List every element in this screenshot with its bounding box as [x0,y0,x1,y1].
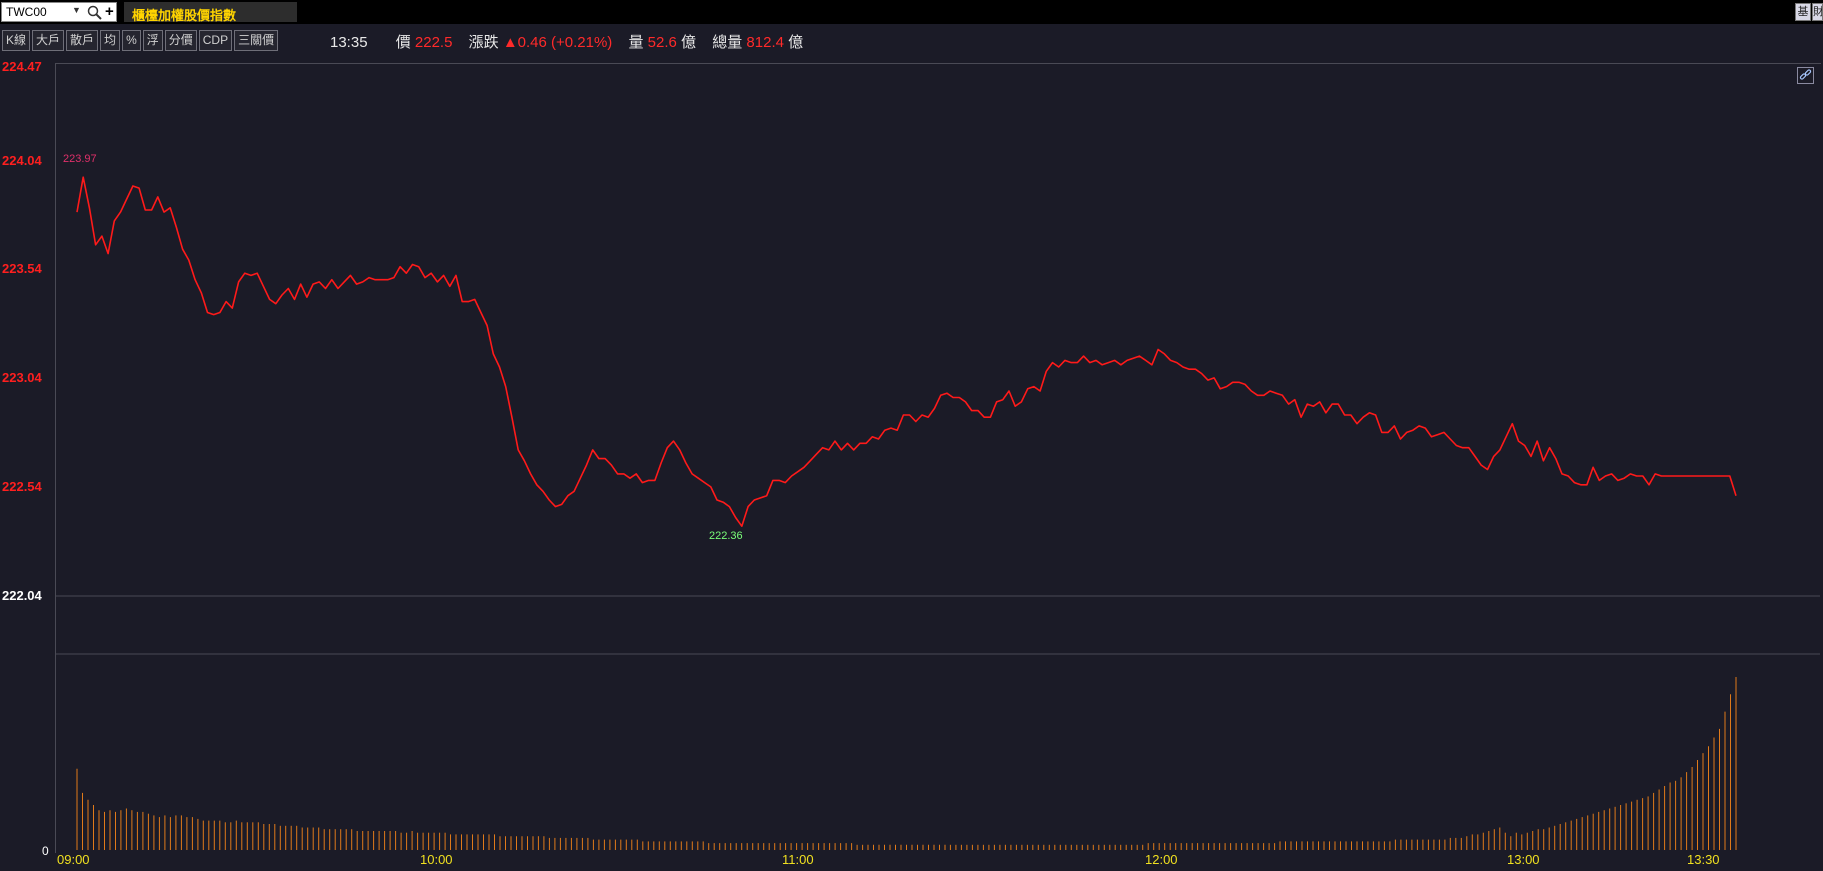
low-price-label: 222.36 [709,530,743,542]
high-price-label: 223.97 [63,153,97,165]
x-tick-label: 11:00 [782,852,814,867]
y-tick-label: 222.54 [2,479,42,494]
volume-zero-label: 0 [42,844,49,858]
y-tick-label: 224.04 [2,153,42,168]
x-tick-label: 13:00 [1507,852,1540,867]
y-tick-label: 224.47 [2,59,42,74]
y-tick-label: 223.04 [2,370,42,385]
link-icon[interactable] [1797,67,1814,84]
y-tick-label: 223.54 [2,261,42,276]
x-tick-label: 12:00 [1145,852,1178,867]
x-tick-label: 10:00 [420,852,453,867]
x-tick-label: 09:00 [57,852,90,867]
y-tick-label: 222.04 [2,588,42,603]
intraday-chart [56,176,1820,850]
price-series-line [76,176,1737,528]
x-tick-label: 13:30 [1687,852,1720,867]
